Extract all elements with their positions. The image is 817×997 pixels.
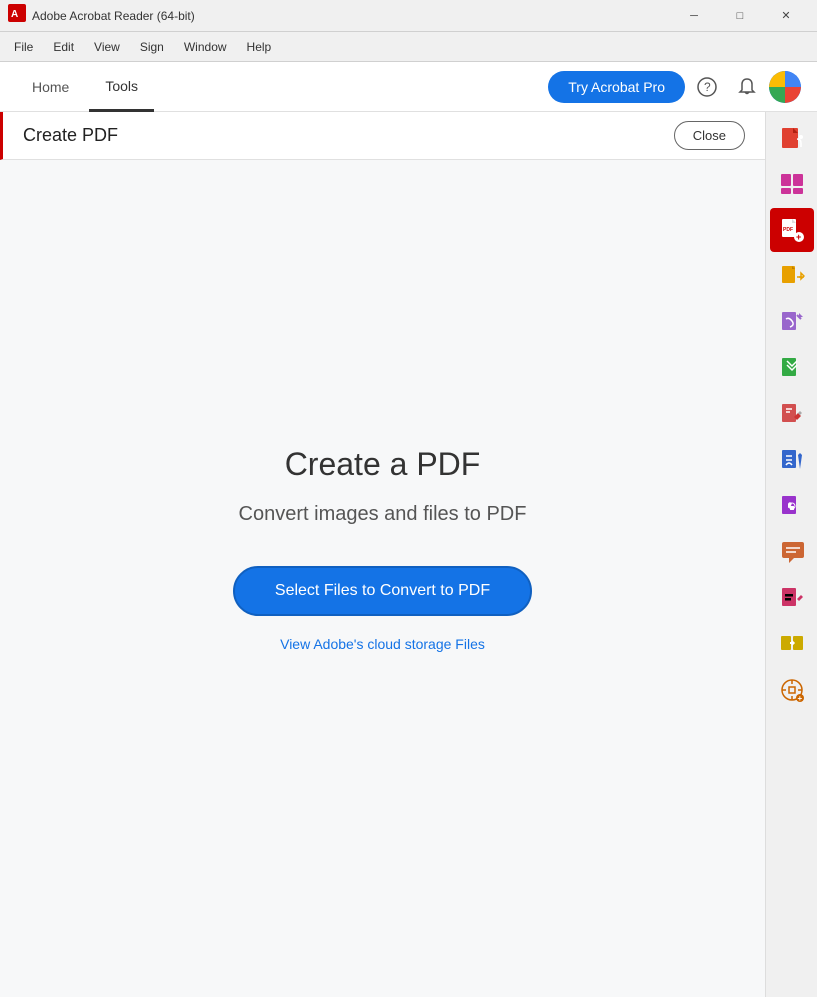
main-heading: Create a PDF — [285, 446, 481, 483]
svg-text:?: ? — [704, 80, 711, 94]
select-files-button[interactable]: Select Files to Convert to PDF — [233, 566, 532, 616]
redact-icon — [779, 585, 805, 611]
sidebar-tool-edit-pdf[interactable] — [770, 392, 814, 436]
tab-tools[interactable]: Tools — [89, 62, 154, 112]
sidebar-tool-share-pdf[interactable] — [770, 116, 814, 160]
svg-text:+: + — [796, 232, 801, 242]
share-pdf-icon — [779, 125, 805, 151]
adobe-acrobat-icon: A — [8, 4, 26, 27]
menu-sign[interactable]: Sign — [130, 36, 174, 58]
tab-home[interactable]: Home — [16, 62, 85, 112]
sidebar-tool-redact[interactable] — [770, 576, 814, 620]
edit-pdf-icon — [779, 401, 805, 427]
svg-text:+: + — [797, 694, 802, 703]
organize-pages-icon — [779, 171, 805, 197]
close-window-button[interactable]: ✕ — [763, 0, 809, 32]
bell-icon — [737, 77, 757, 97]
export-pdf-icon — [779, 263, 805, 289]
sidebar-tool-protect-pdf[interactable] — [770, 484, 814, 528]
toolbar: Home Tools Try Acrobat Pro ? — [0, 62, 817, 112]
svg-text:PDF: PDF — [783, 227, 793, 233]
fill-sign-icon — [779, 447, 805, 473]
menu-window[interactable]: Window — [174, 36, 237, 58]
menu-help[interactable]: Help — [237, 36, 282, 58]
request-signature-icon — [779, 309, 805, 335]
help-button[interactable]: ? — [689, 69, 725, 105]
main-subtitle: Convert images and files to PDF — [239, 503, 527, 526]
sidebar-tool-request-signature[interactable] — [770, 300, 814, 344]
menu-view[interactable]: View — [84, 36, 130, 58]
sidebar-tool-compress-pdf[interactable] — [770, 346, 814, 390]
right-sidebar: PDF + — [765, 112, 817, 997]
sidebar-tool-organize-pages[interactable] — [770, 162, 814, 206]
titlebar-controls: ─ □ ✕ — [671, 0, 809, 32]
menu-file[interactable]: File — [4, 36, 43, 58]
sidebar-tool-fill-sign[interactable] — [770, 438, 814, 482]
svg-text:A: A — [11, 9, 18, 20]
sidebar-tool-create-pdf[interactable]: PDF + — [770, 208, 814, 252]
comment-icon — [779, 539, 805, 565]
sidebar-tool-export-pdf[interactable] — [770, 254, 814, 298]
titlebar-title: Adobe Acrobat Reader (64-bit) — [32, 9, 671, 23]
menubar: File Edit View Sign Window Help — [0, 32, 817, 62]
content-area: Create PDF Close Create a PDF Convert im… — [0, 112, 817, 997]
notifications-button[interactable] — [729, 69, 765, 105]
main-panel: Create PDF Close Create a PDF Convert im… — [0, 112, 765, 997]
protect-pdf-icon — [779, 493, 805, 519]
main-content: Create a PDF Convert images and files to… — [0, 160, 765, 997]
close-panel-button[interactable]: Close — [674, 121, 745, 150]
sidebar-tool-combine-files[interactable] — [770, 622, 814, 666]
sidebar-tool-comment[interactable] — [770, 530, 814, 574]
titlebar: A Adobe Acrobat Reader (64-bit) ─ □ ✕ — [0, 0, 817, 32]
sidebar-tool-more-tools[interactable]: + — [770, 668, 814, 712]
user-avatar[interactable] — [769, 71, 801, 103]
cloud-storage-link[interactable]: View Adobe's cloud storage Files — [280, 636, 485, 652]
menu-edit[interactable]: Edit — [43, 36, 84, 58]
maximize-button[interactable]: □ — [717, 0, 763, 32]
create-pdf-icon: PDF + — [779, 217, 805, 243]
combine-files-icon — [779, 631, 805, 657]
compress-pdf-icon — [779, 355, 805, 381]
minimize-button[interactable]: ─ — [671, 0, 717, 32]
panel-title: Create PDF — [23, 125, 118, 146]
avatar-image — [769, 71, 801, 103]
more-tools-icon: + — [779, 677, 805, 703]
help-icon: ? — [697, 77, 717, 97]
panel-header: Create PDF Close — [0, 112, 765, 160]
try-acrobat-pro-button[interactable]: Try Acrobat Pro — [548, 71, 685, 103]
